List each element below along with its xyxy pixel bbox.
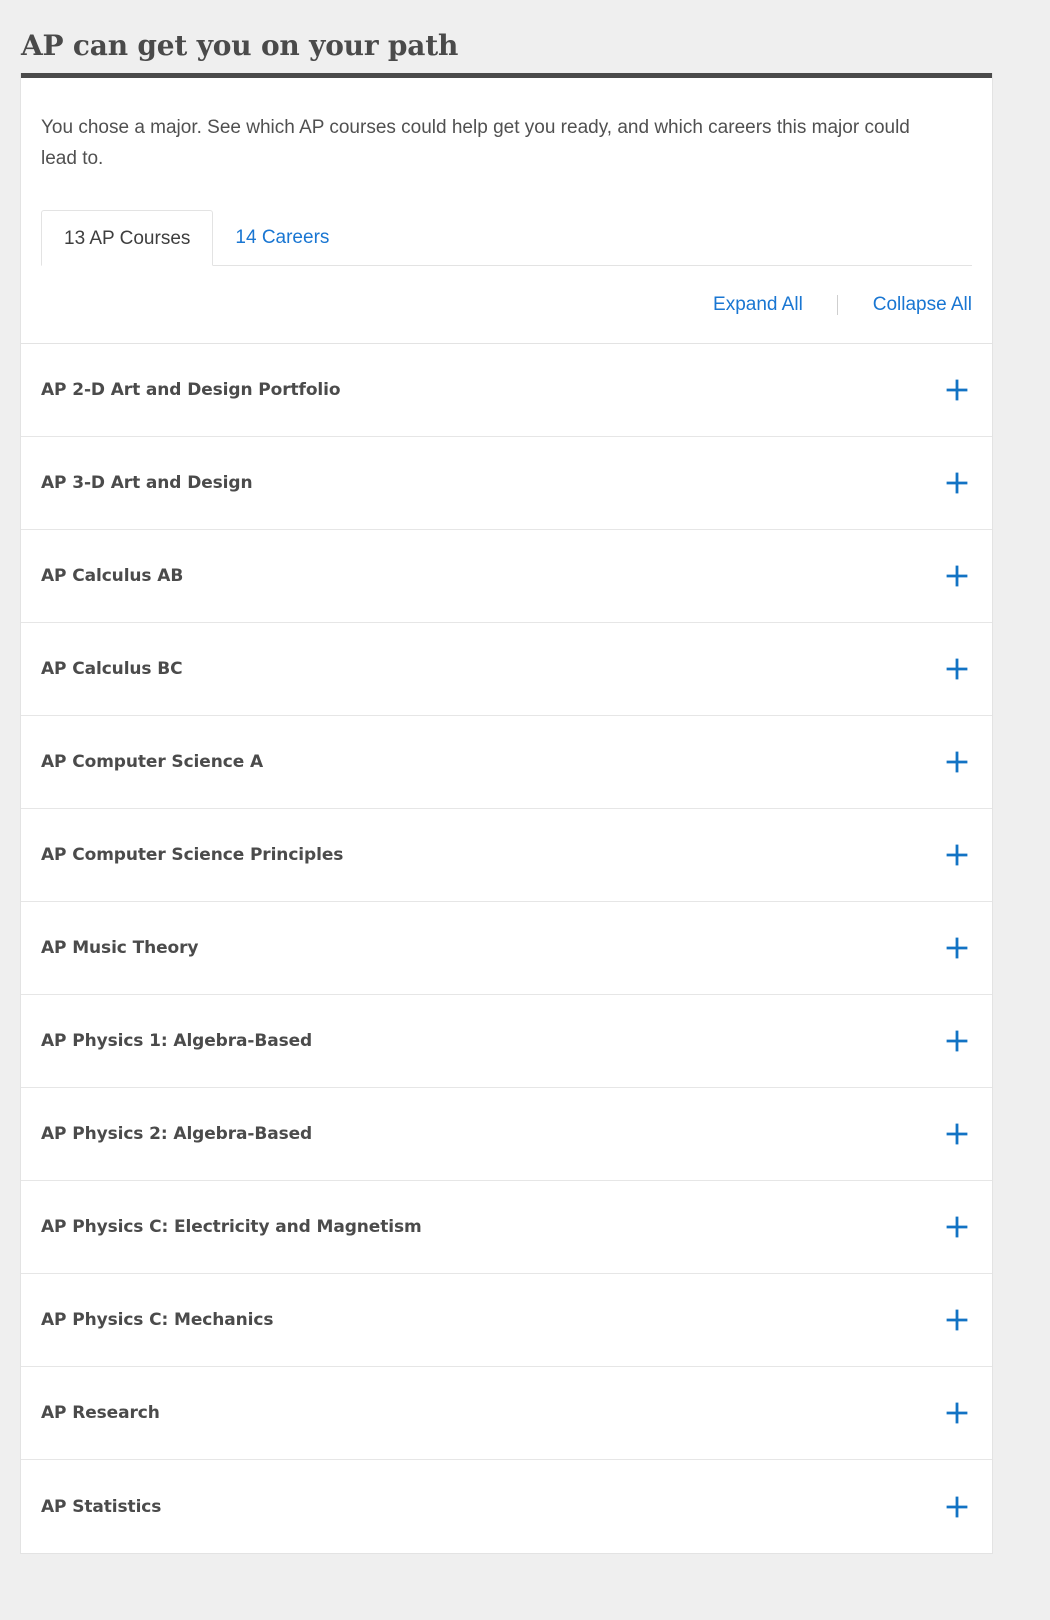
plus-icon[interactable] xyxy=(944,470,970,496)
accordion-item-label: AP Computer Science A xyxy=(41,752,263,772)
accordion-item[interactable]: AP Calculus AB xyxy=(21,530,992,623)
accordion-item-label: AP 3-D Art and Design xyxy=(41,473,253,493)
accordion-item-label: AP Music Theory xyxy=(41,938,199,958)
accordion-item[interactable]: AP Research xyxy=(21,1367,992,1460)
accordion-item[interactable]: AP Computer Science Principles xyxy=(21,809,992,902)
accordion-item[interactable]: AP Music Theory xyxy=(21,902,992,995)
accordion-item[interactable]: AP 3-D Art and Design xyxy=(21,437,992,530)
intro-paragraph: You chose a major. See which AP courses … xyxy=(41,117,910,169)
accordion-item-label: AP Statistics xyxy=(41,1496,162,1517)
plus-icon[interactable] xyxy=(944,1400,970,1426)
collapse-all-button[interactable]: Collapse All xyxy=(873,294,972,316)
accordion-item[interactable]: AP Physics 1: Algebra-Based xyxy=(21,995,992,1088)
page-root: AP can get you on your path You chose a … xyxy=(0,0,1050,1620)
plus-icon[interactable] xyxy=(944,377,970,403)
ap-path-card: You chose a major. See which AP courses … xyxy=(20,73,993,1554)
card-intro-section: You chose a major. See which AP courses … xyxy=(21,78,992,266)
toolbar-divider xyxy=(837,294,839,315)
accordion-item-label: AP Calculus BC xyxy=(41,659,183,679)
plus-icon[interactable] xyxy=(944,656,970,682)
accordion-item[interactable]: AP 2-D Art and Design Portfolio xyxy=(21,344,992,437)
tab-ap-courses-label: 13 AP Courses xyxy=(64,228,191,249)
accordion-toolbar: Expand All Collapse All xyxy=(21,266,992,344)
plus-icon[interactable] xyxy=(944,935,970,961)
accordion-item-label: AP 2-D Art and Design Portfolio xyxy=(41,380,341,400)
plus-icon[interactable] xyxy=(944,842,970,868)
ap-courses-accordion: AP 2-D Art and Design Portfolio AP 3-D A… xyxy=(21,344,992,1553)
accordion-item-label: AP Research xyxy=(41,1403,160,1423)
accordion-item[interactable]: AP Statistics xyxy=(21,1460,992,1553)
toolbar-links: Expand All Collapse All xyxy=(713,266,972,344)
accordion-item[interactable]: AP Physics C: Electricity and Magnetism xyxy=(21,1181,992,1274)
plus-icon[interactable] xyxy=(944,1494,970,1520)
plus-icon[interactable] xyxy=(944,1214,970,1240)
tab-ap-courses[interactable]: 13 AP Courses xyxy=(41,210,214,266)
accordion-item[interactable]: AP Calculus BC xyxy=(21,623,992,716)
accordion-item[interactable]: AP Computer Science A xyxy=(21,716,992,809)
plus-icon[interactable] xyxy=(944,1028,970,1054)
accordion-item-label: AP Computer Science Principles xyxy=(41,845,344,865)
tab-careers[interactable]: 14 Careers xyxy=(213,210,351,266)
plus-icon[interactable] xyxy=(944,749,970,775)
plus-icon[interactable] xyxy=(944,1307,970,1333)
accordion-item-label: AP Physics C: Mechanics xyxy=(41,1310,274,1330)
accordion-item-label: AP Physics 1: Algebra-Based xyxy=(41,1031,313,1051)
accordion-item[interactable]: AP Physics C: Mechanics xyxy=(21,1274,992,1367)
accordion-item-label: AP Physics C: Electricity and Magnetism xyxy=(41,1217,422,1237)
plus-icon[interactable] xyxy=(944,563,970,589)
expand-all-button[interactable]: Expand All xyxy=(713,294,803,316)
page-title: AP can get you on your path xyxy=(21,29,459,62)
plus-icon[interactable] xyxy=(944,1121,970,1147)
accordion-item-label: AP Physics 2: Algebra-Based xyxy=(41,1124,313,1144)
tab-careers-label: 14 Careers xyxy=(235,227,330,248)
tab-bar: 13 AP Courses 14 Careers xyxy=(41,210,972,266)
accordion-item[interactable]: AP Physics 2: Algebra-Based xyxy=(21,1088,992,1181)
accordion-item-label: AP Calculus AB xyxy=(41,566,184,586)
